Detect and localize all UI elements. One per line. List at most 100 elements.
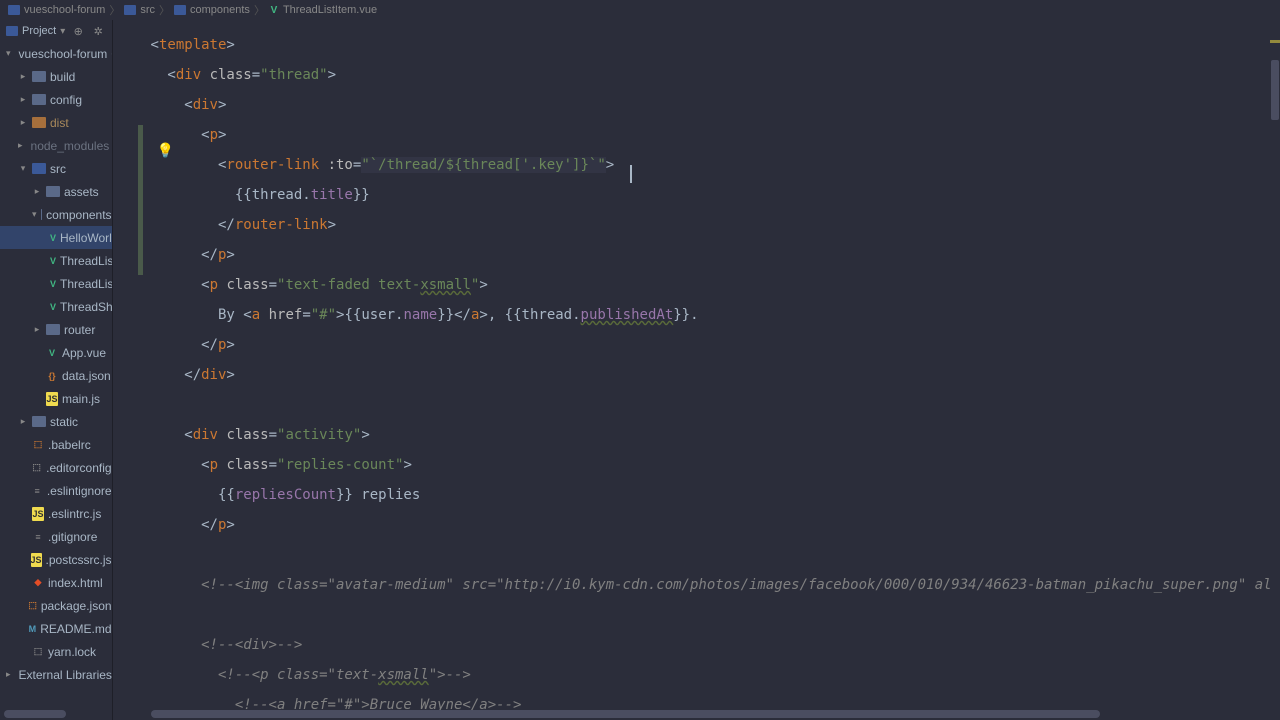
vue-file-icon: V	[50, 300, 56, 314]
folder-icon	[46, 186, 60, 197]
chevron-right-icon: ▸	[32, 186, 42, 197]
tok: <!--<img class="avatar-medium" src="http…	[201, 577, 1280, 593]
sidebar-header: Project ▾ ⊕ ✲ ⇲	[0, 20, 112, 42]
breadcrumb-src[interactable]: src	[124, 4, 155, 16]
chevron-down-icon[interactable]: ▾	[60, 26, 65, 37]
tok: name	[404, 307, 438, 323]
breadcrumb-sep: 〉	[159, 2, 170, 18]
tok: router-link	[235, 217, 328, 233]
breadcrumb-sep: 〉	[254, 2, 265, 18]
config-file-icon: ⬚	[31, 461, 42, 475]
tree-editorconfig[interactable]: ⬚.editorconfig	[0, 456, 112, 479]
folder-icon	[32, 117, 46, 128]
tok: "thread"	[260, 67, 327, 83]
tree-router[interactable]: ▸router	[0, 318, 112, 341]
tree-threadlist[interactable]: V ThreadList.vue	[0, 249, 112, 272]
tree-label: package.json	[41, 599, 112, 613]
tree-build[interactable]: ▸ build	[0, 65, 112, 88]
code-content[interactable]: <template> <div class="thread"> <div> <p…	[113, 20, 1280, 720]
settings-icon[interactable]: ✲	[91, 24, 105, 38]
tree-external-libraries[interactable]: ▸External Libraries	[0, 663, 112, 686]
folder-icon	[174, 5, 186, 15]
tree-label: .postcssrc.js	[46, 553, 112, 567]
tree-label: .eslintrc.js	[48, 507, 101, 521]
breadcrumb-root[interactable]: vueschool-forum	[8, 4, 105, 16]
tok: class	[210, 67, 252, 83]
tree-postcssrc[interactable]: JS.postcssrc.js	[0, 548, 112, 571]
project-tool-label[interactable]: Project ▾	[6, 25, 65, 37]
tree-label: src	[50, 162, 66, 176]
vue-file-icon: V	[269, 4, 279, 16]
tree-label: ThreadShow.vue	[60, 300, 112, 314]
folder-icon	[41, 209, 43, 220]
tree-src[interactable]: ▾src	[0, 157, 112, 180]
tree-threadshow[interactable]: V ThreadShow.vue	[0, 295, 112, 318]
tree-label: assets	[64, 185, 99, 199]
scrollbar-thumb[interactable]	[4, 710, 66, 718]
breadcrumb-file[interactable]: V ThreadListItem.vue	[269, 4, 377, 16]
intention-bulb-icon[interactable]: 💡	[157, 142, 174, 159]
gutter-change-marker	[138, 125, 143, 275]
tok: p	[210, 457, 218, 473]
vue-file-icon: V	[50, 254, 56, 268]
tok: "`/thread/${thread['.key']}`"	[361, 157, 605, 173]
tok: class	[226, 457, 268, 473]
tok: div	[193, 97, 218, 113]
breadcrumb-components[interactable]: components	[174, 4, 250, 16]
tree-mainjs[interactable]: JSmain.js	[0, 387, 112, 410]
tree-node-modules[interactable]: ▸node_modules library roo	[0, 134, 112, 157]
tree-indexhtml[interactable]: ◆index.html	[0, 571, 112, 594]
tree-packagejson[interactable]: ⬚ package.json	[0, 594, 112, 617]
tree-label: components	[46, 208, 111, 222]
tok: div	[176, 67, 201, 83]
tree-readme[interactable]: MREADME.md	[0, 617, 112, 640]
tok: {{	[218, 487, 235, 503]
tree-label: static	[50, 415, 78, 429]
tree-eslintignore[interactable]: ≡ .eslintignore	[0, 479, 112, 502]
scrollbar-thumb[interactable]	[151, 710, 1101, 718]
folder-icon	[32, 416, 46, 427]
tree-eslintrc[interactable]: JS .eslintrc.js	[0, 502, 112, 525]
tok: router-link	[226, 157, 319, 173]
scrollmap-thumb[interactable]	[1271, 60, 1279, 120]
js-file-icon: JS	[32, 507, 44, 521]
tree-helloworld[interactable]: VHelloWorld.vue	[0, 226, 112, 249]
breadcrumb-label: vueschool-forum	[24, 4, 105, 16]
editor-hscrollbar[interactable]	[151, 710, 1268, 718]
tree-threadlistitem[interactable]: VThreadListItem.vue	[0, 272, 112, 295]
chevron-right-icon: ▸	[18, 71, 28, 82]
tok: repliesCount	[235, 487, 336, 503]
js-file-icon: JS	[46, 392, 58, 406]
tree-label: .babelrc	[48, 438, 91, 452]
tree-yarnlock[interactable]: ⬚yarn.lock	[0, 640, 112, 663]
tree-label: App.vue	[62, 346, 106, 360]
tree-label: ThreadList.vue	[60, 254, 112, 268]
json-file-icon: ⬚	[28, 599, 37, 613]
tree-components[interactable]: ▾components	[0, 203, 112, 226]
tree-datajson[interactable]: {}data.json	[0, 364, 112, 387]
collapse-icon[interactable]: ⊕	[71, 24, 85, 38]
text-file-icon: ≡	[31, 484, 42, 498]
tok: "replies-count"	[277, 457, 403, 473]
tok: class	[226, 427, 268, 443]
editor-scrollmap[interactable]	[1270, 20, 1280, 720]
tree-dist[interactable]: ▸dist	[0, 111, 112, 134]
tok: xsmall	[420, 277, 471, 293]
chevron-right-icon: ▸	[18, 117, 28, 128]
editor-caret	[630, 165, 632, 183]
tree-assets[interactable]: ▸ assets	[0, 180, 112, 203]
tree-config[interactable]: ▸config	[0, 88, 112, 111]
tree-label: .eslintignore	[47, 484, 112, 498]
tree-gitignore[interactable]: ≡.gitignore	[0, 525, 112, 548]
tree-babelrc[interactable]: ⬚.babelrc	[0, 433, 112, 456]
vue-file-icon: V	[50, 231, 56, 245]
tree-static[interactable]: ▸static	[0, 410, 112, 433]
scrollmap-warning[interactable]	[1270, 40, 1280, 43]
sidebar-scrollbar[interactable]	[4, 710, 108, 718]
tree-root[interactable]: ▾ vueschool-forum ~/vuesc	[0, 42, 112, 65]
code-editor[interactable]: 💡 <template> <div class="thread"> <div> …	[113, 20, 1280, 720]
tree-app[interactable]: VApp.vue	[0, 341, 112, 364]
tok: , {{thread.	[488, 307, 581, 323]
file-tree[interactable]: ▾ vueschool-forum ~/vuesc ▸ build ▸config…	[0, 42, 112, 708]
tree-label: build	[50, 70, 75, 84]
